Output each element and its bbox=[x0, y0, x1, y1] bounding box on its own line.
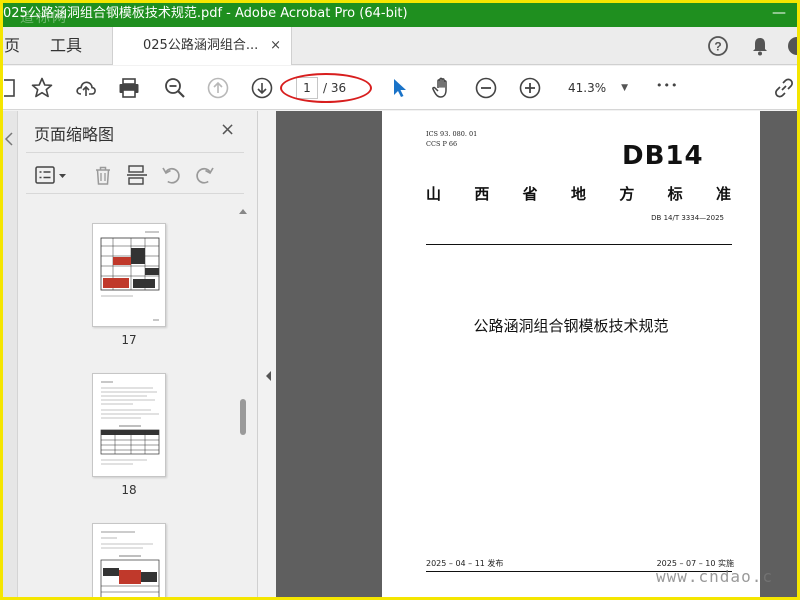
options-menu-icon[interactable] bbox=[34, 164, 70, 186]
pdf-page: ICS 93. 080. 01 CCS P 66 DB14 山 西 省 地 方 … bbox=[382, 111, 760, 600]
svg-text:?: ? bbox=[714, 40, 721, 54]
main-toolbar: 1 / 36 41.3% ▼ ••• bbox=[0, 66, 800, 110]
minimize-button[interactable]: — bbox=[772, 0, 786, 27]
select-cursor-icon[interactable] bbox=[388, 76, 412, 100]
document-title: 公路涵洞组合钢模板技术规范 bbox=[473, 317, 669, 335]
zoom-in-icon[interactable] bbox=[518, 76, 542, 100]
thumbnail-toolbar bbox=[26, 152, 244, 194]
thumbnail-scrollbar[interactable] bbox=[236, 203, 250, 600]
zoom-level-dropdown[interactable]: 41.3% ▼ bbox=[560, 77, 634, 99]
heading-char: 西 bbox=[474, 185, 490, 203]
thumbnail-label-17: 17 bbox=[121, 333, 137, 347]
heading-char: 省 bbox=[522, 185, 538, 203]
thumbnail-list: 17 18 bbox=[26, 203, 236, 600]
thumbnail-label-18: 18 bbox=[121, 483, 137, 497]
issue-date: 2025 – 04 – 11 发布 bbox=[426, 559, 504, 568]
insert-page-icon[interactable] bbox=[126, 164, 148, 186]
tab-home[interactable]: 页 bbox=[4, 27, 20, 65]
link-icon[interactable] bbox=[772, 76, 796, 100]
window-titlebar: 025公路涵洞组合钢模板技术规范.pdf - Adobe Acrobat Pro… bbox=[0, 0, 800, 27]
star-icon[interactable] bbox=[30, 76, 54, 100]
watermark-url: www.cndao.c bbox=[656, 567, 773, 586]
rotate-counterclockwise-icon[interactable] bbox=[160, 164, 182, 186]
tab-document[interactable]: 025公路涵洞组合... × bbox=[112, 27, 292, 65]
bell-icon[interactable] bbox=[749, 35, 771, 57]
page-thumbnails-panel: 页面缩略图 × 17 18 bbox=[0, 111, 258, 600]
navigation-strip bbox=[0, 111, 18, 600]
chevron-down-icon: ▼ bbox=[621, 83, 628, 93]
scroll-up-icon[interactable] bbox=[238, 207, 248, 215]
header-rule bbox=[426, 244, 732, 245]
standard-number: DB 14/T 3334—2025 bbox=[651, 214, 724, 222]
province-standard-heading: 山 西 省 地 方 标 准 bbox=[426, 183, 731, 204]
page-thumbnail-19[interactable] bbox=[92, 523, 166, 600]
zoom-out-search-icon[interactable] bbox=[163, 76, 187, 100]
watermark-logo: 道标网 bbox=[20, 10, 68, 26]
zoom-out-icon[interactable] bbox=[474, 76, 498, 100]
db-standard-logo: DB14 bbox=[622, 141, 704, 171]
tab-close-button[interactable]: × bbox=[270, 27, 281, 65]
ics-code-block: ICS 93. 080. 01 CCS P 66 bbox=[426, 129, 477, 149]
collapse-panel-icon[interactable] bbox=[264, 370, 272, 382]
document-margin bbox=[760, 111, 800, 600]
document-view: ICS 93. 080. 01 CCS P 66 DB14 山 西 省 地 方 … bbox=[276, 111, 800, 600]
highlight-ellipse bbox=[280, 73, 372, 103]
trash-icon[interactable] bbox=[92, 164, 114, 186]
save-icon[interactable] bbox=[4, 76, 28, 100]
zoom-level-value: 41.3% bbox=[568, 81, 607, 95]
thumbnail-content bbox=[100, 381, 160, 465]
heading-char: 准 bbox=[715, 185, 731, 203]
panel-close-button[interactable]: × bbox=[220, 119, 235, 140]
heading-char: 方 bbox=[619, 185, 635, 203]
more-tools-button[interactable]: ••• bbox=[656, 79, 678, 92]
rotate-clockwise-icon[interactable] bbox=[194, 164, 216, 186]
heading-char: 标 bbox=[667, 185, 683, 203]
cloud-upload-icon[interactable] bbox=[74, 76, 98, 100]
heading-char: 地 bbox=[570, 185, 586, 203]
print-icon[interactable] bbox=[117, 76, 141, 100]
previous-page-icon[interactable] bbox=[206, 76, 230, 100]
tab-bar: 页 工具 025公路涵洞组合... × ? bbox=[0, 27, 800, 65]
thumbnail-content bbox=[100, 531, 160, 600]
page-thumbnail-17[interactable] bbox=[92, 223, 166, 327]
heading-char: 山 bbox=[426, 185, 442, 203]
scrollbar-thumb[interactable] bbox=[240, 399, 246, 435]
page-thumbnail-18[interactable] bbox=[92, 373, 166, 477]
ics-code: ICS 93. 080. 01 bbox=[426, 130, 478, 138]
panel-tab-icon[interactable] bbox=[2, 131, 16, 147]
help-icon[interactable]: ? bbox=[707, 35, 729, 57]
tab-tools[interactable]: 工具 bbox=[50, 27, 82, 65]
next-page-icon[interactable] bbox=[250, 76, 274, 100]
panel-title: 页面缩略图 bbox=[34, 125, 115, 144]
account-icon[interactable] bbox=[786, 35, 800, 57]
hand-tool-icon[interactable] bbox=[430, 76, 454, 100]
ccs-code: CCS P 66 bbox=[426, 140, 458, 148]
tab-document-label: 025公路涵洞组合... bbox=[143, 38, 259, 53]
thumbnail-content bbox=[100, 231, 160, 321]
